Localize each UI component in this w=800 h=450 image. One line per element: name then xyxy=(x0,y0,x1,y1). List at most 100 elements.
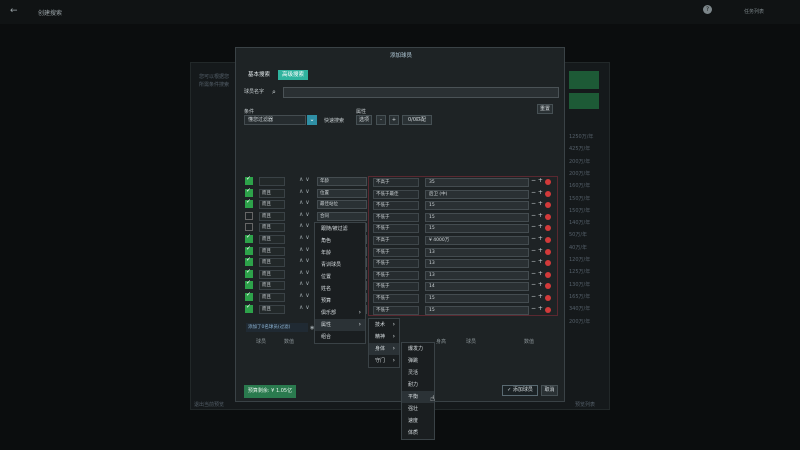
checkbox[interactable] xyxy=(245,256,253,267)
checkbox[interactable] xyxy=(245,245,253,255)
checkbox[interactable] xyxy=(245,291,253,301)
task-list-link[interactable]: 任务列表 xyxy=(744,8,764,15)
menu-item[interactable]: 青训球员 xyxy=(315,259,365,271)
menu-item[interactable]: 跟随/被过滤 xyxy=(315,223,365,235)
menu-item[interactable]: 组合 xyxy=(315,331,365,343)
checkbox[interactable] xyxy=(245,303,253,313)
operator-select[interactable] xyxy=(259,177,285,186)
menu-item[interactable]: 守门 › xyxy=(369,355,399,367)
menu-item[interactable]: 技术 › xyxy=(369,319,399,331)
value-input[interactable]: 35 xyxy=(425,178,529,187)
delete-icon[interactable] xyxy=(545,202,551,209)
up-down-arrows-icon[interactable]: ∧ ∨ xyxy=(299,211,310,218)
up-down-arrows-icon[interactable]: ∧ ∨ xyxy=(299,222,310,229)
up-down-arrows-icon[interactable]: ∧ ∨ xyxy=(299,176,310,183)
checkbox[interactable] xyxy=(245,223,253,232)
up-down-arrows-icon[interactable]: ∧ ∨ xyxy=(299,257,310,264)
cancel-button[interactable]: 取消 xyxy=(541,385,558,396)
comparator-select[interactable]: 不低于 xyxy=(373,212,419,222)
field-select[interactable]: 位置 xyxy=(317,188,367,198)
minus-plus-icon[interactable]: − + xyxy=(531,189,543,196)
minus-plus-icon[interactable]: − + xyxy=(531,293,543,300)
value-input[interactable]: 后卫 (中) xyxy=(425,189,529,199)
minus-plus-icon[interactable]: − + xyxy=(531,270,543,277)
operator-select[interactable]: 而且 xyxy=(259,188,285,198)
up-down-arrows-icon[interactable]: ∧ ∨ xyxy=(299,280,310,287)
comparator-select[interactable]: 不高于 xyxy=(373,178,419,187)
conditions-select[interactable]: 懂您过滤器 xyxy=(244,115,306,125)
menu-item[interactable]: 属性 › xyxy=(315,319,365,331)
menu-item[interactable]: 俱乐部 › xyxy=(315,307,365,319)
minus-plus-icon[interactable]: − + xyxy=(531,235,543,242)
minus-plus-icon[interactable]: − + xyxy=(531,258,543,265)
operator-select[interactable]: 而且 xyxy=(259,269,285,279)
delete-icon[interactable] xyxy=(545,190,551,197)
attr-plus-button[interactable]: + xyxy=(389,115,399,125)
delete-icon[interactable] xyxy=(545,271,551,278)
delete-icon[interactable] xyxy=(545,283,551,290)
operator-select[interactable]: 而且 xyxy=(259,281,285,291)
bg-preview-list[interactable]: 预览列表 xyxy=(575,401,595,408)
menu-item[interactable]: 耐力 xyxy=(402,379,434,391)
value-input[interactable]: 13 xyxy=(425,270,529,280)
attr-minus-button[interactable]: - xyxy=(376,115,386,125)
up-down-arrows-icon[interactable]: ∧ ∨ xyxy=(299,292,310,299)
comparator-select[interactable]: 不低于 xyxy=(373,294,419,303)
minus-plus-icon[interactable]: − + xyxy=(531,200,543,207)
operator-select[interactable]: 而且 xyxy=(259,200,285,210)
menu-item[interactable]: 年龄 xyxy=(315,247,365,259)
checkbox[interactable] xyxy=(245,211,253,220)
delete-icon[interactable] xyxy=(545,248,551,255)
delete-icon[interactable] xyxy=(545,213,551,220)
operator-select[interactable]: 而且 xyxy=(259,293,285,302)
delete-icon[interactable] xyxy=(545,237,551,243)
up-down-arrows-icon[interactable]: ∧ ∨ xyxy=(299,234,310,241)
menu-item[interactable]: 强壮 xyxy=(402,403,434,415)
delete-icon[interactable] xyxy=(545,179,551,185)
value-input[interactable]: 15 xyxy=(425,212,529,222)
field-select[interactable]: 合同 xyxy=(317,211,367,221)
checkbox[interactable] xyxy=(245,175,253,185)
comparator-select[interactable]: 不低于最佳 xyxy=(373,189,419,199)
menu-item[interactable]: 角色 xyxy=(315,235,365,247)
value-input[interactable]: 15 xyxy=(425,294,529,303)
up-down-arrows-icon[interactable]: ∧ ∨ xyxy=(299,269,310,276)
minus-plus-icon[interactable]: − + xyxy=(531,247,543,254)
tab-basic-search[interactable]: 基本搜索 xyxy=(244,70,274,80)
value-input[interactable]: 14 xyxy=(425,282,529,292)
operator-select[interactable]: 而且 xyxy=(259,258,285,268)
minus-plus-icon[interactable]: − + xyxy=(531,223,543,230)
menu-item[interactable]: 速度 xyxy=(402,415,434,427)
checkbox[interactable] xyxy=(245,233,253,243)
value-input[interactable]: 15 xyxy=(425,305,529,315)
checkbox[interactable] xyxy=(245,187,253,197)
question-icon[interactable]: ? xyxy=(703,5,712,14)
checkbox[interactable] xyxy=(245,268,253,278)
comparator-select[interactable]: 不低于 xyxy=(373,270,419,280)
comparator-select[interactable]: 不低于 xyxy=(373,224,419,234)
operator-select[interactable]: 而且 xyxy=(259,246,285,256)
up-down-arrows-icon[interactable]: ∧ ∨ xyxy=(299,199,310,206)
comparator-select[interactable]: 不低于 xyxy=(373,282,419,292)
menu-item[interactable]: 灵活 xyxy=(402,367,434,379)
operator-select[interactable]: 而且 xyxy=(259,223,285,233)
up-down-arrows-icon[interactable]: ∧ ∨ xyxy=(299,304,310,311)
up-down-arrows-icon[interactable]: ∧ ∨ xyxy=(299,188,310,195)
chevron-down-icon[interactable]: ⌄ xyxy=(307,115,317,125)
menu-item[interactable]: 精神 › xyxy=(369,331,399,343)
attr-select[interactable]: 选项 xyxy=(356,115,372,125)
value-input[interactable]: 15 xyxy=(425,201,529,211)
add-player-button[interactable]: ✓ 添加球员 xyxy=(502,385,538,396)
comparator-select[interactable]: 不低于 xyxy=(373,259,419,269)
delete-icon[interactable] xyxy=(545,225,551,232)
checkbox[interactable] xyxy=(245,279,253,290)
tab-advanced-search[interactable]: 高级搜索 xyxy=(278,70,309,80)
comparator-select[interactable]: 不高于 xyxy=(373,236,419,245)
bg-exit-preview[interactable]: 退出当前预览 xyxy=(194,401,224,408)
checkbox[interactable] xyxy=(245,198,253,209)
minus-plus-icon[interactable]: − + xyxy=(531,212,543,219)
operator-select[interactable]: 而且 xyxy=(259,235,285,244)
quick-search-link[interactable]: 快速搜索 xyxy=(324,117,344,124)
comparator-select[interactable]: 不低于 xyxy=(373,247,419,257)
value-input[interactable]: ¥ 4000万 xyxy=(425,236,529,245)
